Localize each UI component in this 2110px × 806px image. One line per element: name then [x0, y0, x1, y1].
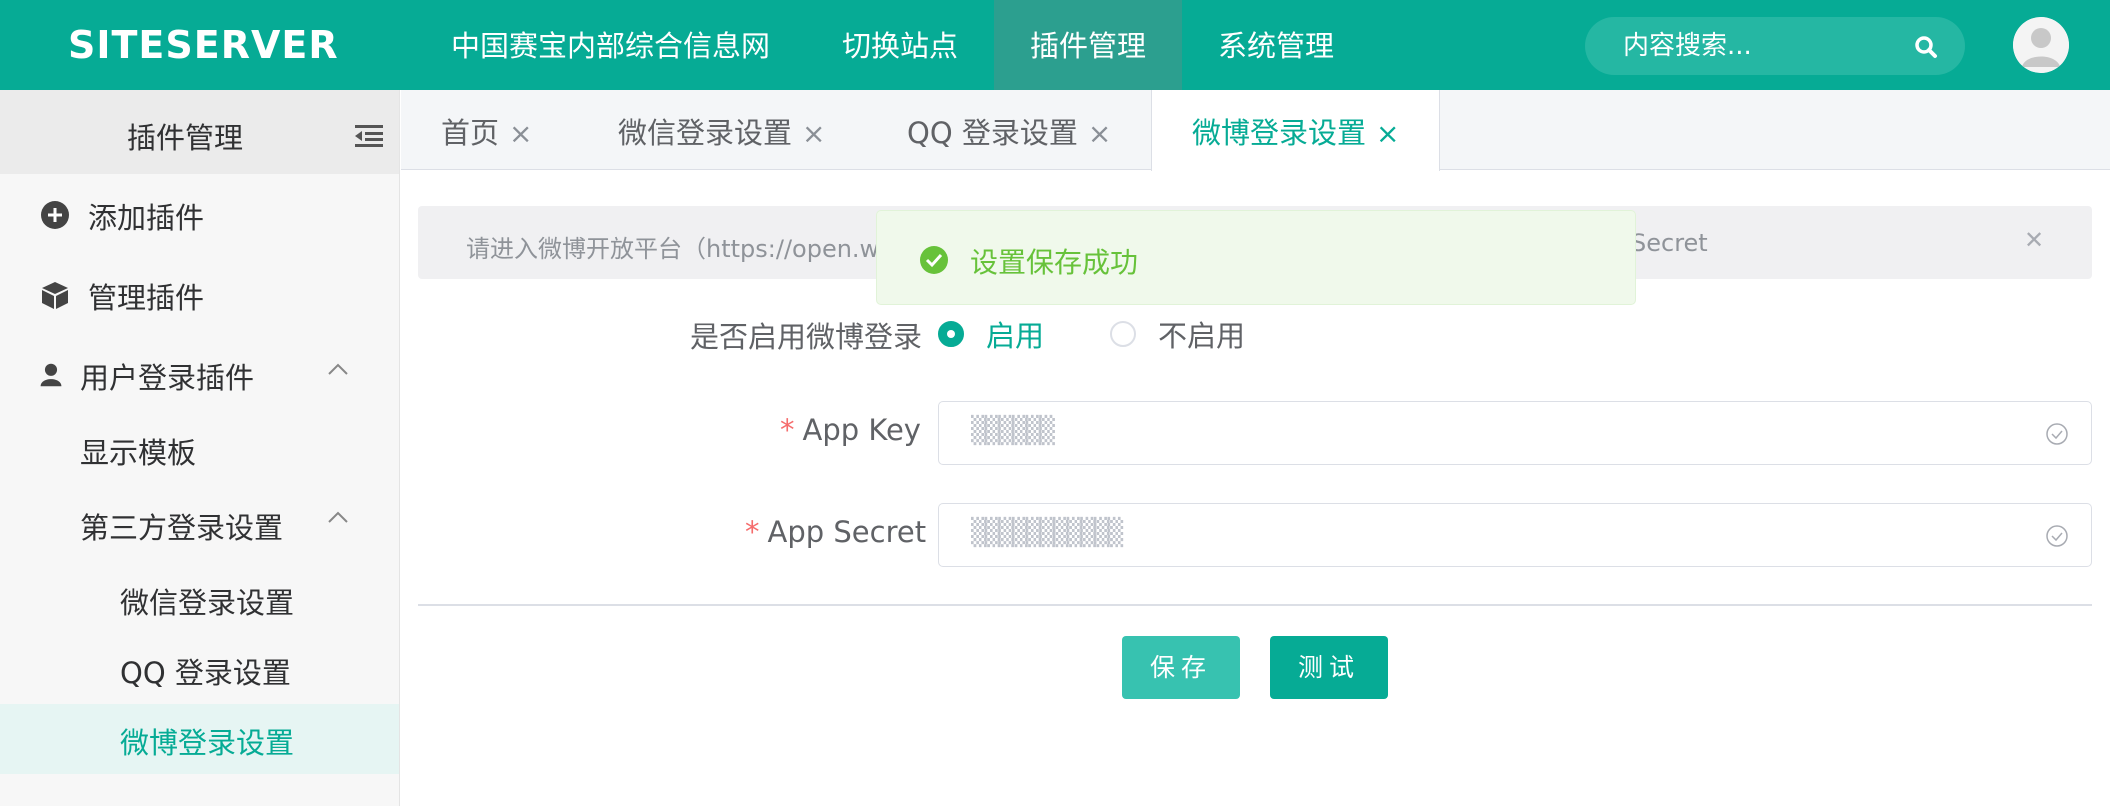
sidebar: 插件管理 添加插件 管理插件 用户登录插件 显示模板 第三方登录设置 微信登录设…: [0, 90, 400, 806]
nav-item-system[interactable]: 系统管理: [1182, 0, 1370, 90]
sidebar-item-weibo-login[interactable]: 微博登录设置: [0, 704, 399, 774]
radio-label: 不启用: [1158, 319, 1246, 353]
chevron-up-icon: [328, 511, 348, 523]
tab-label: QQ 登录设置: [907, 116, 1078, 150]
close-icon[interactable]: ×: [1088, 91, 1111, 177]
sidebar-item-manage-plugins[interactable]: 管理插件: [0, 254, 399, 334]
alert-text-end: Secret: [1631, 229, 1708, 257]
check-circle-outline-icon: [2046, 525, 2068, 547]
logo[interactable]: SITESERVER: [68, 20, 339, 70]
sidebar-item-user-login-plugin[interactable]: 用户登录插件: [0, 334, 399, 414]
sidebar-item-third-party-login[interactable]: 第三方登录设置: [0, 488, 399, 560]
user-avatar-icon: [2013, 17, 2069, 73]
check-circle-icon: [920, 246, 948, 274]
sidebar-item-wechat-login[interactable]: 微信登录设置: [0, 564, 399, 634]
logo-text: SITESERVER: [68, 23, 339, 67]
close-icon[interactable]: ×: [1376, 91, 1399, 177]
save-button[interactable]: 保存: [1122, 636, 1240, 699]
radio-unchecked-icon: [1110, 321, 1136, 347]
app-key-input[interactable]: ▒▒▒▒▒▒: [938, 401, 2092, 465]
nav-item-site[interactable]: 中国赛宝内部综合信息网: [415, 0, 806, 90]
tab-label: 首页: [441, 116, 500, 150]
app-secret-input[interactable]: ▒▒▒▒▒▒▒▒▒▒▒: [938, 503, 2092, 567]
nav-item-plugins[interactable]: 插件管理: [994, 0, 1183, 90]
success-toast: 设置保存成功: [876, 210, 1636, 305]
sidebar-item-label: 添加插件: [88, 201, 205, 235]
required-mark: *: [745, 515, 760, 549]
sidebar-item-label: 微信登录设置: [120, 586, 295, 620]
nav-item-switch-site[interactable]: 切换站点: [806, 0, 994, 90]
form-divider: [418, 604, 2092, 606]
search-input[interactable]: [1623, 17, 1903, 75]
tab-wechat-login[interactable]: 微信登录设置 ×: [618, 90, 825, 170]
radio-disable[interactable]: 不启用: [1110, 319, 1245, 353]
tab-qq-login[interactable]: QQ 登录设置 ×: [907, 90, 1111, 170]
search-box: [1585, 17, 1965, 75]
app-secret-label-text: App Secret: [767, 515, 927, 549]
required-mark: *: [780, 413, 795, 447]
sidebar-title: 插件管理: [126, 121, 243, 155]
toast-message: 设置保存成功: [970, 246, 1139, 279]
close-icon[interactable]: ✕: [2024, 226, 2044, 254]
tab-bar: 首页 × 微信登录设置 × QQ 登录设置 × 微博登录设置 ×: [401, 90, 2110, 171]
cube-icon: [42, 282, 68, 309]
app-key-label-text: App Key: [802, 413, 921, 447]
top-bar: SITESERVER 中国赛宝内部综合信息网 切换站点 插件管理 系统管理: [0, 0, 2110, 90]
sidebar-item-label: QQ 登录设置: [120, 656, 291, 690]
sidebar-item-label: 管理插件: [88, 281, 205, 315]
test-button[interactable]: 测试: [1270, 636, 1388, 699]
sidebar-item-label: 用户登录插件: [80, 361, 255, 395]
avatar[interactable]: [2013, 17, 2069, 73]
user-icon: [40, 363, 62, 387]
plus-circle-icon: [41, 201, 69, 229]
radio-enable[interactable]: 启用: [938, 319, 1044, 353]
app-key-value: ▒▒▒▒▒▒: [971, 416, 1055, 446]
collapse-menu-icon[interactable]: [355, 125, 383, 147]
tab-weibo-login[interactable]: 微博登录设置 ×: [1151, 90, 1440, 171]
app-secret-label: * App Secret: [745, 515, 926, 549]
sidebar-item-qq-login[interactable]: QQ 登录设置: [0, 634, 399, 704]
app-key-label: * App Key: [780, 413, 921, 447]
radio-label: 启用: [986, 319, 1045, 353]
sidebar-header: 插件管理: [0, 90, 399, 174]
radio-checked-icon: [938, 321, 964, 347]
close-icon[interactable]: ×: [509, 91, 532, 177]
tab-label: 微信登录设置: [618, 116, 793, 150]
sidebar-item-label: 显示模板: [80, 436, 197, 470]
sidebar-item-label: 第三方登录设置: [80, 511, 284, 545]
sidebar-item-label: 微博登录设置: [120, 726, 295, 760]
chevron-up-icon: [328, 363, 348, 375]
sidebar-item-display-template[interactable]: 显示模板: [0, 413, 399, 485]
tab-label: 微博登录设置: [1192, 116, 1367, 150]
app-secret-value: ▒▒▒▒▒▒▒▒▒▒▒: [971, 518, 1123, 548]
check-circle-outline-icon: [2046, 423, 2068, 445]
tab-home[interactable]: 首页 ×: [441, 90, 532, 170]
sidebar-item-add-plugin[interactable]: 添加插件: [0, 174, 399, 254]
close-icon[interactable]: ×: [802, 91, 825, 177]
main-nav: 中国赛宝内部综合信息网 切换站点 插件管理 系统管理: [415, 0, 1370, 90]
enable-weibo-login-label: 是否启用微博登录: [690, 320, 923, 354]
search-icon[interactable]: [1913, 34, 1939, 60]
alert-text: 请进入微博开放平台（https://open.w: [466, 235, 880, 263]
